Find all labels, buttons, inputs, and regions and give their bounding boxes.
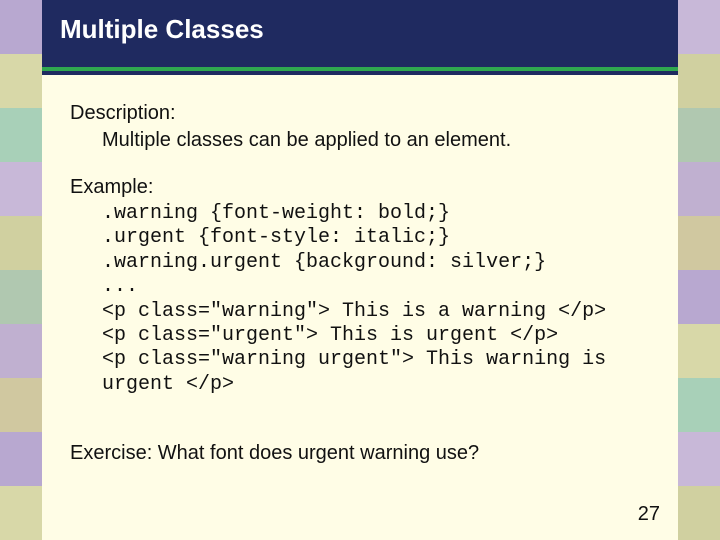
- left-decorative-strip: [0, 0, 42, 540]
- exercise-text: Exercise: What font does urgent warning …: [70, 441, 650, 466]
- example-label: Example:: [70, 175, 650, 200]
- slide-title: Multiple Classes: [60, 14, 660, 45]
- slide: Multiple Classes Description: Multiple c…: [0, 0, 720, 540]
- slide-content: Multiple Classes Description: Multiple c…: [42, 0, 678, 540]
- description-label: Description:: [70, 101, 650, 126]
- right-decorative-strip: [678, 0, 720, 540]
- title-band: Multiple Classes: [42, 0, 678, 71]
- body-area: Description: Multiple classes can be app…: [42, 71, 678, 466]
- description-text: Multiple classes can be applied to an el…: [70, 128, 650, 153]
- example-code: .warning {font-weight: bold;} .urgent {f…: [70, 202, 640, 397]
- page-number: 27: [638, 503, 660, 526]
